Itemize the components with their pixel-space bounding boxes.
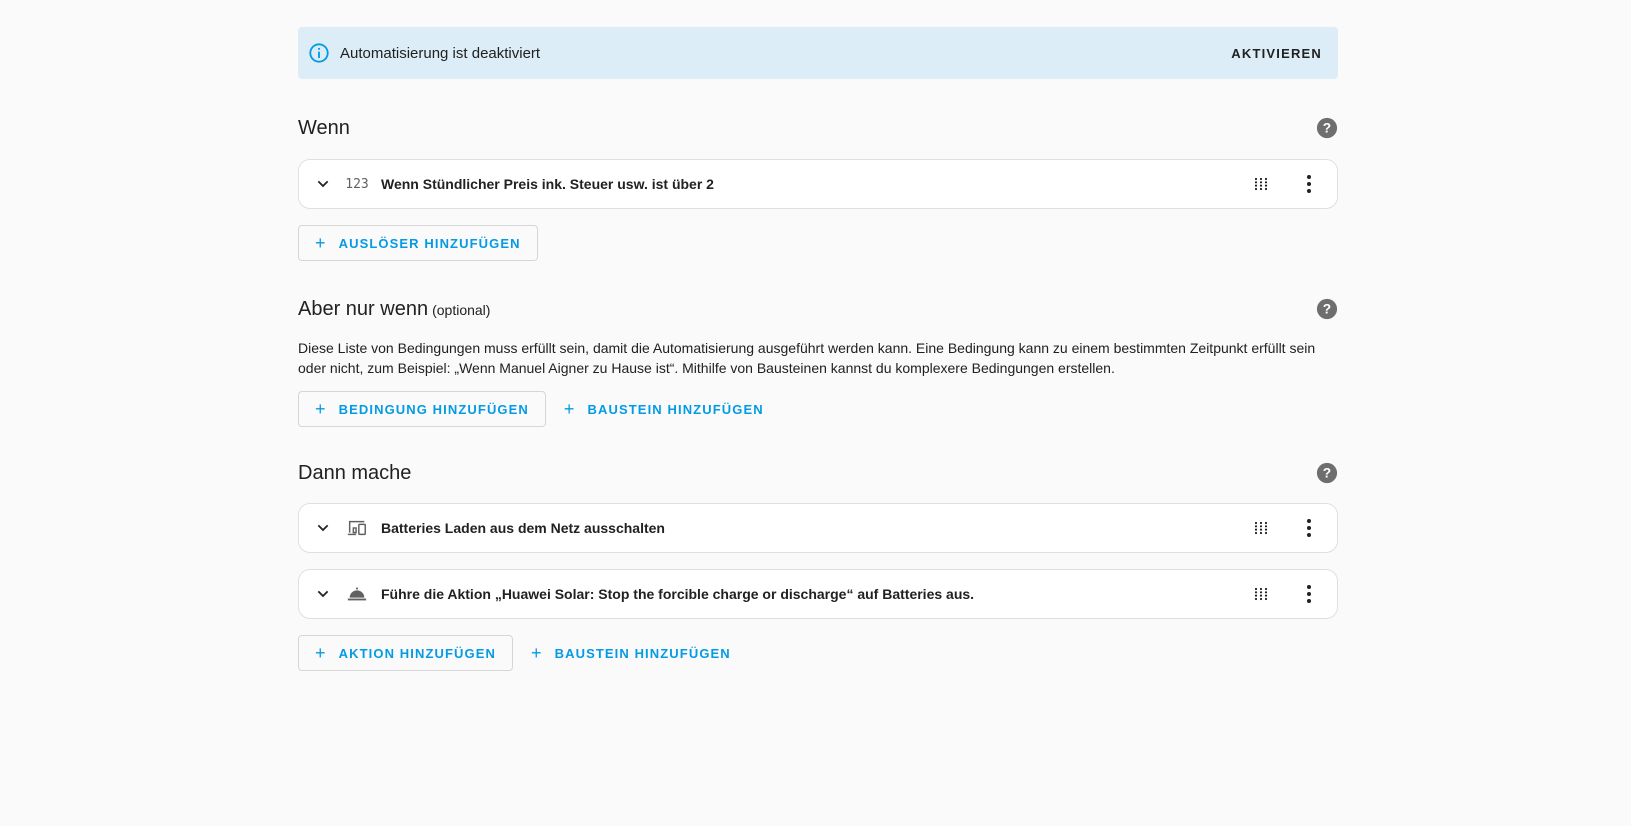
banner-text: Automatisierung ist deaktiviert [340, 44, 541, 62]
add-action-label: AKTION HINZUFÜGEN [338, 645, 496, 661]
conditions-title-text: Aber nur wenn [298, 297, 429, 320]
room-service-icon [345, 582, 369, 606]
help-icon[interactable]: ? [1316, 462, 1338, 484]
info-icon [308, 42, 330, 64]
action-card[interactable]: Führe die Aktion „Huawei Solar: Stop the… [298, 569, 1338, 619]
add-condition-label: BEDINGUNG HINZUFÜGEN [338, 401, 529, 417]
add-condition-button[interactable]: + BEDINGUNG HINZUFÜGEN [298, 391, 546, 427]
add-building-block-button[interactable]: + BAUSTEIN HINZUFÜGEN [515, 635, 747, 671]
add-building-block-label: BAUSTEIN HINZUFÜGEN [554, 645, 731, 661]
trigger-label: Wenn Stündlicher Preis ink. Steuer usw. … [381, 176, 714, 192]
svg-text:?: ? [1323, 121, 1331, 136]
chevron-down-icon[interactable] [311, 582, 335, 606]
drag-handle-icon[interactable] [1249, 516, 1273, 540]
devices-icon [345, 516, 369, 540]
more-vertical-icon[interactable] [1297, 172, 1321, 196]
chevron-down-icon[interactable] [311, 516, 335, 540]
svg-text:?: ? [1323, 466, 1331, 481]
optional-label: (optional) [432, 301, 491, 318]
plus-icon: + [315, 233, 327, 253]
plus-icon: + [563, 399, 576, 419]
numeric-icon: 123 [345, 176, 369, 192]
more-vertical-icon[interactable] [1297, 516, 1321, 540]
add-building-block-button[interactable]: + BAUSTEIN HINZUFÜGEN [548, 391, 780, 427]
plus-icon: + [315, 643, 327, 663]
triggers-header: Wenn ? [298, 112, 1338, 144]
plus-icon: + [530, 643, 543, 663]
condition-buttons: + BEDINGUNG HINZUFÜGEN + BAUSTEIN HINZUF… [298, 391, 1338, 427]
actions-title: Dann mache [298, 461, 412, 484]
chevron-down-icon[interactable] [311, 172, 335, 196]
trigger-buttons: + AUSLÖSER HINZUFÜGEN [298, 225, 1338, 261]
help-icon[interactable]: ? [1316, 117, 1338, 139]
drag-handle-icon[interactable] [1249, 172, 1273, 196]
add-trigger-button[interactable]: + AUSLÖSER HINZUFÜGEN [298, 225, 538, 261]
activate-button[interactable]: AKTIVIEREN [1231, 38, 1322, 69]
triggers-title: Wenn [298, 116, 350, 139]
actions-header: Dann mache ? [298, 457, 1338, 489]
conditions-header: Aber nur wenn (optional) ? [298, 293, 1338, 325]
drag-handle-icon[interactable] [1249, 582, 1273, 606]
more-vertical-icon[interactable] [1297, 582, 1321, 606]
help-icon[interactable]: ? [1316, 298, 1338, 320]
disabled-banner: Automatisierung ist deaktiviert AKTIVIER… [298, 27, 1338, 79]
action-buttons: + AKTION HINZUFÜGEN + BAUSTEIN HINZUFÜGE… [298, 635, 1338, 671]
plus-icon: + [315, 399, 327, 419]
action-label: Batteries Laden aus dem Netz ausschalten [381, 520, 665, 536]
add-building-block-label: BAUSTEIN HINZUFÜGEN [587, 401, 764, 417]
automation-editor: Automatisierung ist deaktiviert AKTIVIER… [298, 27, 1338, 671]
add-action-button[interactable]: + AKTION HINZUFÜGEN [298, 635, 513, 671]
add-trigger-label: AUSLÖSER HINZUFÜGEN [338, 235, 521, 251]
svg-text:?: ? [1323, 302, 1331, 317]
conditions-description: Diese Liste von Bedingungen muss erfüllt… [298, 340, 1316, 376]
conditions-title: Aber nur wenn (optional) [298, 298, 490, 321]
action-label: Führe die Aktion „Huawei Solar: Stop the… [381, 586, 975, 602]
action-card[interactable]: Batteries Laden aus dem Netz ausschalten [298, 503, 1338, 553]
trigger-card[interactable]: 123 Wenn Stündlicher Preis ink. Steuer u… [298, 159, 1338, 209]
